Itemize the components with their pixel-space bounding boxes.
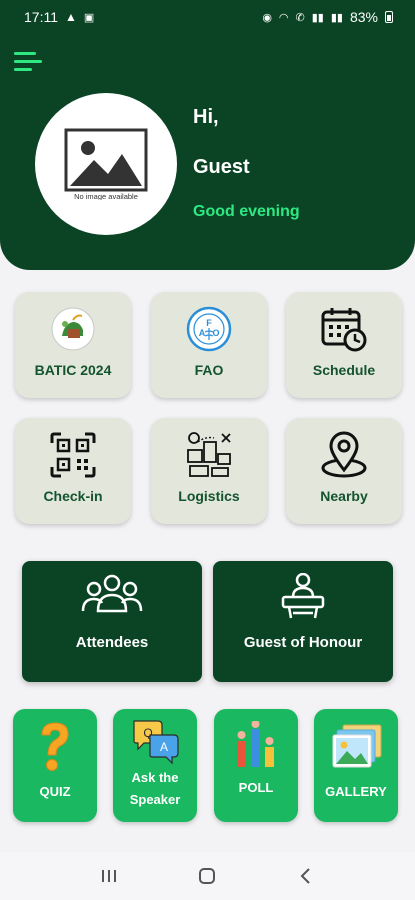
tile-nearby[interactable]: Nearby [286,418,402,524]
gallery-label: GALLERY [325,784,387,799]
batic-logo-icon [48,304,98,354]
header-panel: No image available Hi, Guest Good evenin… [0,34,415,270]
time-greeting: Good evening [193,203,300,220]
status-left: 17:11 ▲ ▣ [24,9,94,25]
warning-icon: ▲ [65,10,77,24]
fao-logo-icon: F A O [184,304,234,354]
wifi-icon: ◠ [278,11,289,24]
system-navigation-bar [0,852,415,900]
guest-of-honour-card[interactable]: Guest of Honour [213,561,393,682]
attendees-card[interactable]: Attendees [22,561,202,682]
tile-label: Schedule [312,362,376,378]
tile-label: BATIC 2024 [34,362,112,378]
tile-label: Logistics [178,488,240,504]
signal-icon: ▮▮ [311,11,324,24]
svg-text:O: O [212,328,219,338]
svg-text:F: F [206,318,212,328]
tile-label: Check-in [43,488,103,504]
greeting-text: Hi, [193,106,219,128]
home-button[interactable] [187,861,227,891]
hamburger-menu-icon[interactable] [14,50,44,74]
question-mark-icon [30,719,80,771]
avatar[interactable]: No image available [35,93,177,235]
notification-icon: ▣ [83,11,95,24]
quiz-label: QUIZ [39,784,71,799]
guest-of-honour-label: Guest of Honour [243,634,363,651]
signal-2-icon: ▮▮ [330,11,343,24]
back-button[interactable] [286,861,326,891]
status-time: 17:11 [24,9,58,25]
chat-bubbles-icon: Q A [130,717,180,767]
svg-text:A: A [160,740,168,754]
logistics-icon [184,430,234,480]
back-icon [300,868,310,884]
group-icon [80,573,144,619]
battery-icon [385,11,393,23]
attendees-label: Attendees [75,634,149,651]
speaker-podium-icon [271,572,335,619]
ask-the-speaker-card[interactable]: Q A Ask the Speaker [113,709,197,822]
call-icon: ✆ [295,11,305,24]
alarm-icon: ◉ [262,11,272,24]
status-bar: 17:11 ▲ ▣ ◉ ◠ ✆ ▮▮ ▮▮ 83% [0,0,415,34]
status-right: ◉ ◠ ✆ ▮▮ ▮▮ 83% [262,9,393,25]
svg-text:A: A [199,328,206,338]
tile-schedule[interactable]: Schedule [286,292,402,398]
user-name: Guest [193,156,250,178]
calendar-clock-icon [319,304,369,354]
tile-logistics[interactable]: Logistics [151,418,267,524]
ask-speaker-label-line1: Ask the [131,770,179,785]
image-placeholder-icon: No image available [64,128,148,200]
avatar-placeholder-text: No image available [74,192,138,200]
battery-level: 83% [349,9,378,25]
location-pin-icon [319,430,369,480]
poll-bars-icon [231,720,281,771]
ask-speaker-label-line2: Speaker [129,792,181,807]
poll-label: POLL [238,780,274,795]
gallery-card[interactable]: GALLERY [314,709,398,822]
gallery-icon [331,723,382,773]
tile-fao[interactable]: F A O FAO [151,292,267,398]
tile-label: FAO [194,362,224,378]
recent-apps-icon [102,870,117,882]
qr-code-icon [48,430,98,480]
poll-card[interactable]: POLL [214,709,298,822]
home-icon [199,868,216,884]
recent-apps-button[interactable] [89,861,129,891]
quiz-card[interactable]: QUIZ [13,709,97,822]
tile-check-in[interactable]: Check-in [15,418,131,524]
tile-label: Nearby [320,488,368,504]
tile-batic-2024[interactable]: BATIC 2024 [15,292,131,398]
